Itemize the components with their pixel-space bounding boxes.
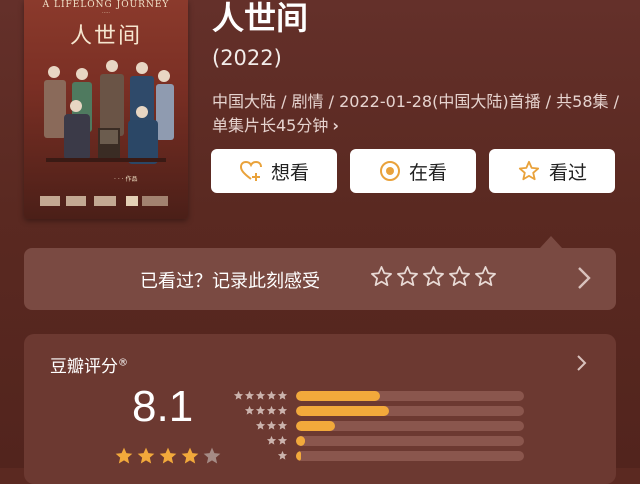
star-small-icon [266,435,277,445]
star-small-icon [277,420,288,430]
star-small-icon [277,405,288,415]
star-empty-icon [203,447,221,464]
histogram-row-4-star [232,405,532,417]
watched-label: 看过 [548,161,587,184]
star-small-icon [244,405,255,415]
histogram-row-1-star [232,450,532,462]
rate-star-2-icon[interactable] [396,265,419,288]
star-small-icon [255,405,266,415]
rate-star-3-icon[interactable] [422,265,445,288]
star-small-icon [277,450,288,460]
histogram-bar-1-star [296,451,301,461]
movie-year: (2022) [212,46,282,70]
movie-title: 人世间 [212,0,309,37]
movie-meta-text: 中国大陆 / 剧情 / 2022-01-28(中国大陆)首播 / 共58集 / … [212,92,619,135]
star-small-icon [233,390,244,400]
histogram-row-3-star [232,420,532,432]
want-to-watch-label: 想看 [270,161,309,184]
histogram-track [296,436,524,446]
histogram-stars-2 [232,435,288,447]
histogram-bar-5-star [296,391,381,401]
poster-logos [40,196,168,206]
chevron-right-icon [577,355,587,371]
registered-mark: ® [118,357,128,369]
rate-star-1-icon[interactable] [370,265,393,288]
chevron-right-icon: › [332,116,339,135]
watching-label: 在看 [408,161,447,184]
star-small-icon [266,420,277,430]
histogram-row-5-star [232,390,532,402]
histogram-track [296,421,524,431]
histogram-stars-1 [232,450,288,462]
star-small-icon [277,390,288,400]
rate-star-4-icon[interactable] [448,265,471,288]
star-small-icon [266,405,277,415]
poster-english-title: A LIFELONG JOURNEY [42,0,170,10]
rate-star-5-icon[interactable] [474,265,497,288]
star-filled-icon [181,447,199,464]
douban-rating-panel[interactable]: 豆瓣评分® 8.1 [24,334,616,484]
watched-button[interactable]: 看过 [489,149,615,193]
douban-rating-text: 豆瓣评分 [50,357,118,377]
poster-image[interactable]: A LIFELONG JOURNEY ····· 人世间 · · · 作品 [24,0,188,219]
histogram-stars-4 [232,405,288,417]
star-filled-icon [137,447,155,464]
histogram-bar-2-star [296,436,306,446]
histogram-stars-5 [232,390,288,402]
star-small-icon [277,435,288,445]
histogram-stars-3 [232,420,288,432]
target-icon [379,161,400,181]
rating-score-stars [114,446,222,466]
histogram-bar-3-star [296,421,335,431]
poster-family-illustration [44,60,174,164]
chevron-right-icon [578,267,591,289]
histogram-track [296,451,524,461]
record-feelings-label: 已看过？记录此刻感受 [140,271,320,292]
star-small-icon [244,390,255,400]
poster-credit: · · · 作品 [114,176,138,183]
star-outline-icon [518,160,540,181]
rating-score: 8.1 [132,382,194,431]
histogram-row-2-star [232,435,532,447]
star-filled-icon [159,447,177,464]
histogram-track [296,391,524,401]
record-panel-pointer [540,236,562,248]
histogram-track [296,406,524,416]
douban-rating-label: 豆瓣评分® [50,352,128,377]
poster-subtitle: ····· [102,10,110,16]
star-filled-icon [115,447,133,464]
histogram-bar-4-star [296,406,390,416]
poster-title: 人世间 [69,24,142,49]
want-to-watch-button[interactable]: 想看 [211,149,337,193]
star-small-icon [255,390,266,400]
rate-stars[interactable] [370,265,497,288]
record-feelings-panel[interactable]: 已看过？记录此刻感受 [24,248,616,310]
movie-meta-link[interactable]: 中国大陆 / 剧情 / 2022-01-28(中国大陆)首播 / 共58集 / … [212,90,622,138]
star-small-icon [266,390,277,400]
watching-button[interactable]: 在看 [350,149,476,193]
heart-plus-icon [239,160,262,181]
star-small-icon [255,420,266,430]
